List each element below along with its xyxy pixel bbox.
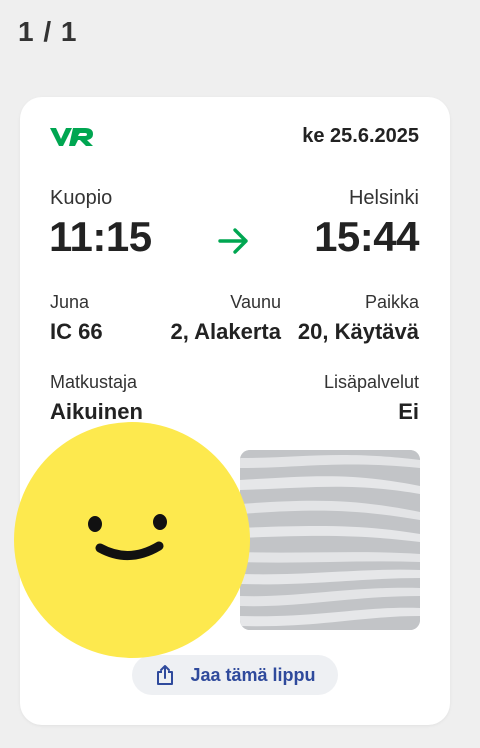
car-value: 2, Alakerta xyxy=(170,319,281,344)
vr-logo xyxy=(50,128,93,146)
share-icon xyxy=(157,665,174,685)
ticket-code-image xyxy=(240,450,420,630)
seat-label: Paikka xyxy=(364,292,419,312)
arrival-time: 15:44 xyxy=(314,213,419,260)
departure-city: Kuopio xyxy=(50,187,113,209)
seat-value: 20, Käytävä xyxy=(297,319,419,344)
arrow-right-icon xyxy=(218,228,248,254)
ticket-page: 1 / 1 ke 25.6.2025 Kuopio Helsinki 11:15… xyxy=(0,0,480,748)
ticket-counter: 1 / 1 xyxy=(18,16,78,47)
passenger-label: Matkustaja xyxy=(50,372,138,392)
car-label: Vaunu xyxy=(230,292,281,312)
extras-value: Ei xyxy=(398,399,419,424)
train-label: Juna xyxy=(50,292,90,312)
departure-time: 11:15 xyxy=(49,213,152,260)
arrival-city: Helsinki xyxy=(348,187,419,209)
train-value: IC 66 xyxy=(50,319,103,344)
travel-date: ke 25.6.2025 xyxy=(302,125,419,147)
smiley-face-icon xyxy=(14,422,250,658)
share-button-label: Jaa tämä lippu xyxy=(190,664,316,685)
extras-label: Lisäpalvelut xyxy=(323,372,419,392)
share-ticket-button[interactable]: Jaa tämä lippu xyxy=(132,655,338,695)
